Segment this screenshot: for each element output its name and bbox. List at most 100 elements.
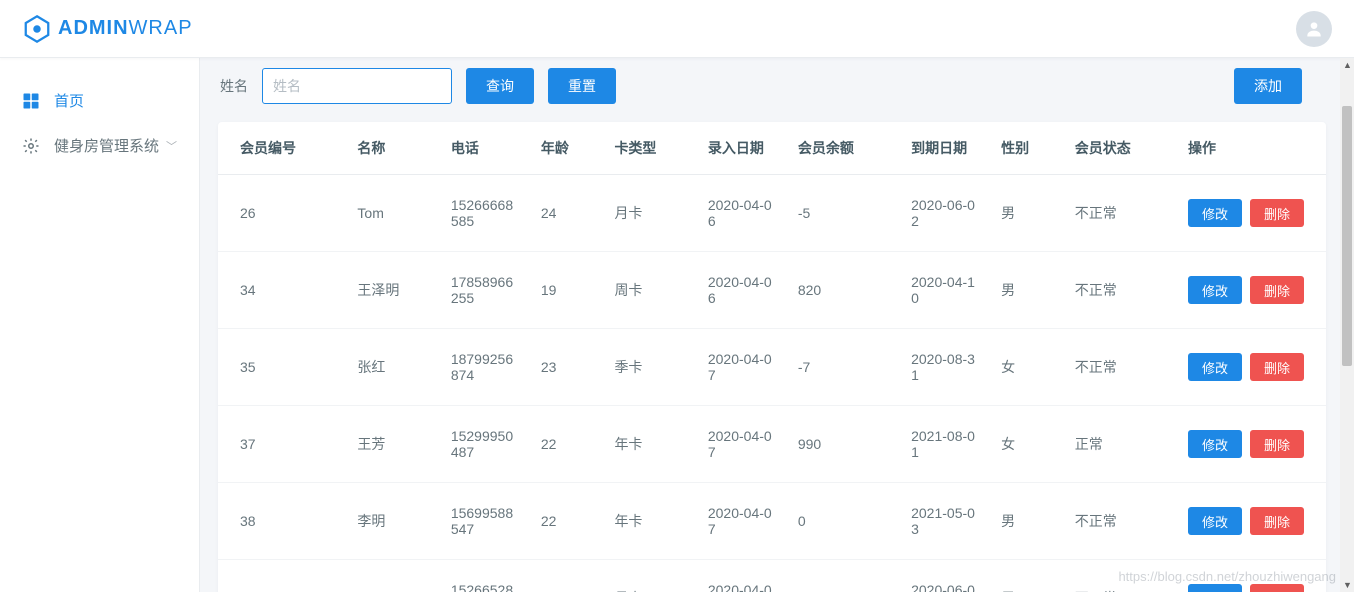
delete-button[interactable]: 删除: [1250, 276, 1304, 304]
topbar: ADMINWRAP: [0, 0, 1354, 58]
cell-phone: 15299950487: [439, 406, 529, 483]
cell-age: 25: [529, 560, 603, 592]
cell-id: 26: [218, 175, 345, 252]
cell-age: 19: [529, 252, 603, 329]
cell-card: 周卡: [602, 252, 695, 329]
col-age: 年龄: [529, 122, 603, 175]
col-entry: 录入日期: [696, 122, 786, 175]
scrollbar[interactable]: ▲ ▼: [1340, 58, 1354, 592]
scroll-down-icon[interactable]: ▼: [1343, 580, 1352, 590]
cell-expire: 2020-08-31: [899, 329, 989, 406]
reset-button[interactable]: 重置: [548, 68, 616, 104]
cell-actions: 修改删除: [1176, 252, 1326, 329]
col-gender: 性别: [989, 122, 1063, 175]
cell-age: 22: [529, 406, 603, 483]
cell-entry: 2020-04-08: [696, 560, 786, 592]
cell-entry: 2020-04-07: [696, 406, 786, 483]
cell-age: 23: [529, 329, 603, 406]
chevron-down-icon: ﹀: [166, 138, 177, 154]
cell-balance: 990: [786, 406, 899, 483]
gear-icon: [22, 137, 40, 155]
cell-name: 李明: [345, 483, 438, 560]
edit-button[interactable]: 修改: [1188, 276, 1242, 304]
delete-button[interactable]: 删除: [1250, 507, 1304, 535]
table-row: 34王泽明1785896625519周卡2020-04-068202020-04…: [218, 252, 1326, 329]
col-phone: 电话: [439, 122, 529, 175]
search-input[interactable]: [262, 68, 452, 104]
cell-expire: 2020-06-02: [899, 560, 989, 592]
delete-button[interactable]: 删除: [1250, 584, 1304, 592]
cell-balance: 0: [786, 483, 899, 560]
search-bar: 姓名 查询 重置 添加: [200, 58, 1344, 122]
cell-name: Tom: [345, 175, 438, 252]
cell-id: 35: [218, 329, 345, 406]
cell-card: 年卡: [602, 406, 695, 483]
cell-name: 王泽明: [345, 252, 438, 329]
col-balance: 会员余额: [786, 122, 899, 175]
cell-balance: -7: [786, 329, 899, 406]
cell-phone: 18799256874: [439, 329, 529, 406]
col-expire: 到期日期: [899, 122, 989, 175]
grid-icon: [22, 92, 40, 110]
logo-text: ADMINWRAP: [58, 17, 193, 40]
sidebar-item-label: 健身房管理系统: [54, 135, 159, 156]
cell-age: 22: [529, 483, 603, 560]
scroll-up-icon[interactable]: ▲: [1343, 60, 1352, 70]
col-name: 名称: [345, 122, 438, 175]
cell-entry: 2020-04-06: [696, 175, 786, 252]
cell-name: 王芳: [345, 406, 438, 483]
avatar[interactable]: [1296, 11, 1332, 47]
cell-status: 正常: [1063, 406, 1176, 483]
cell-name: 张红: [345, 329, 438, 406]
table-row: 26Tom1526666858524月卡2020-04-06-52020-06-…: [218, 175, 1326, 252]
cell-card: 季卡: [602, 329, 695, 406]
cell-id: 38: [218, 483, 345, 560]
col-card: 卡类型: [602, 122, 695, 175]
cell-status: 不正常: [1063, 329, 1176, 406]
cell-balance: -5: [786, 175, 899, 252]
cell-balance: -7: [786, 560, 899, 592]
edit-button[interactable]: 修改: [1188, 507, 1242, 535]
logo[interactable]: ADMINWRAP: [22, 14, 193, 44]
cell-id: 34: [218, 252, 345, 329]
cell-phone: 15266528547: [439, 560, 529, 592]
cell-id: 37: [218, 406, 345, 483]
cell-entry: 2020-04-07: [696, 483, 786, 560]
scrollbar-thumb[interactable]: [1342, 106, 1352, 366]
cell-id: 42: [218, 560, 345, 592]
table-row: 42jerry1526652854725月卡2020-04-08-72020-0…: [218, 560, 1326, 592]
edit-button[interactable]: 修改: [1188, 199, 1242, 227]
edit-button[interactable]: 修改: [1188, 430, 1242, 458]
edit-button[interactable]: 修改: [1188, 584, 1242, 592]
search-label: 姓名: [220, 76, 248, 96]
table-row: 37王芳1529995048722年卡2020-04-079902021-08-…: [218, 406, 1326, 483]
cell-age: 24: [529, 175, 603, 252]
cell-gender: 男: [989, 175, 1063, 252]
cell-expire: 2021-05-03: [899, 483, 989, 560]
edit-button[interactable]: 修改: [1188, 353, 1242, 381]
query-button[interactable]: 查询: [466, 68, 534, 104]
sidebar-item-label: 首页: [54, 90, 84, 111]
cell-card: 月卡: [602, 560, 695, 592]
cell-name: jerry: [345, 560, 438, 592]
cell-expire: 2020-04-10: [899, 252, 989, 329]
col-status: 会员状态: [1063, 122, 1176, 175]
delete-button[interactable]: 删除: [1250, 430, 1304, 458]
cell-entry: 2020-04-07: [696, 329, 786, 406]
delete-button[interactable]: 删除: [1250, 199, 1304, 227]
members-card: 会员编号 名称 电话 年龄 卡类型 录入日期 会员余额 到期日期 性别 会员状态…: [218, 122, 1326, 592]
cell-gender: 男: [989, 252, 1063, 329]
add-button[interactable]: 添加: [1234, 68, 1302, 104]
cell-status: 不正常: [1063, 560, 1176, 592]
table-row: 38李明1569958854722年卡2020-04-0702021-05-03…: [218, 483, 1326, 560]
col-id: 会员编号: [218, 122, 345, 175]
cell-card: 月卡: [602, 175, 695, 252]
cell-entry: 2020-04-06: [696, 252, 786, 329]
sidebar-item-gym[interactable]: 健身房管理系统 ﹀: [0, 123, 199, 168]
cell-gender: 男: [989, 560, 1063, 592]
delete-button[interactable]: 删除: [1250, 353, 1304, 381]
cell-gender: 女: [989, 329, 1063, 406]
sidebar-item-home[interactable]: 首页: [0, 78, 199, 123]
table-row: 35张红1879925687423季卡2020-04-07-72020-08-3…: [218, 329, 1326, 406]
cell-actions: 修改删除: [1176, 560, 1326, 592]
